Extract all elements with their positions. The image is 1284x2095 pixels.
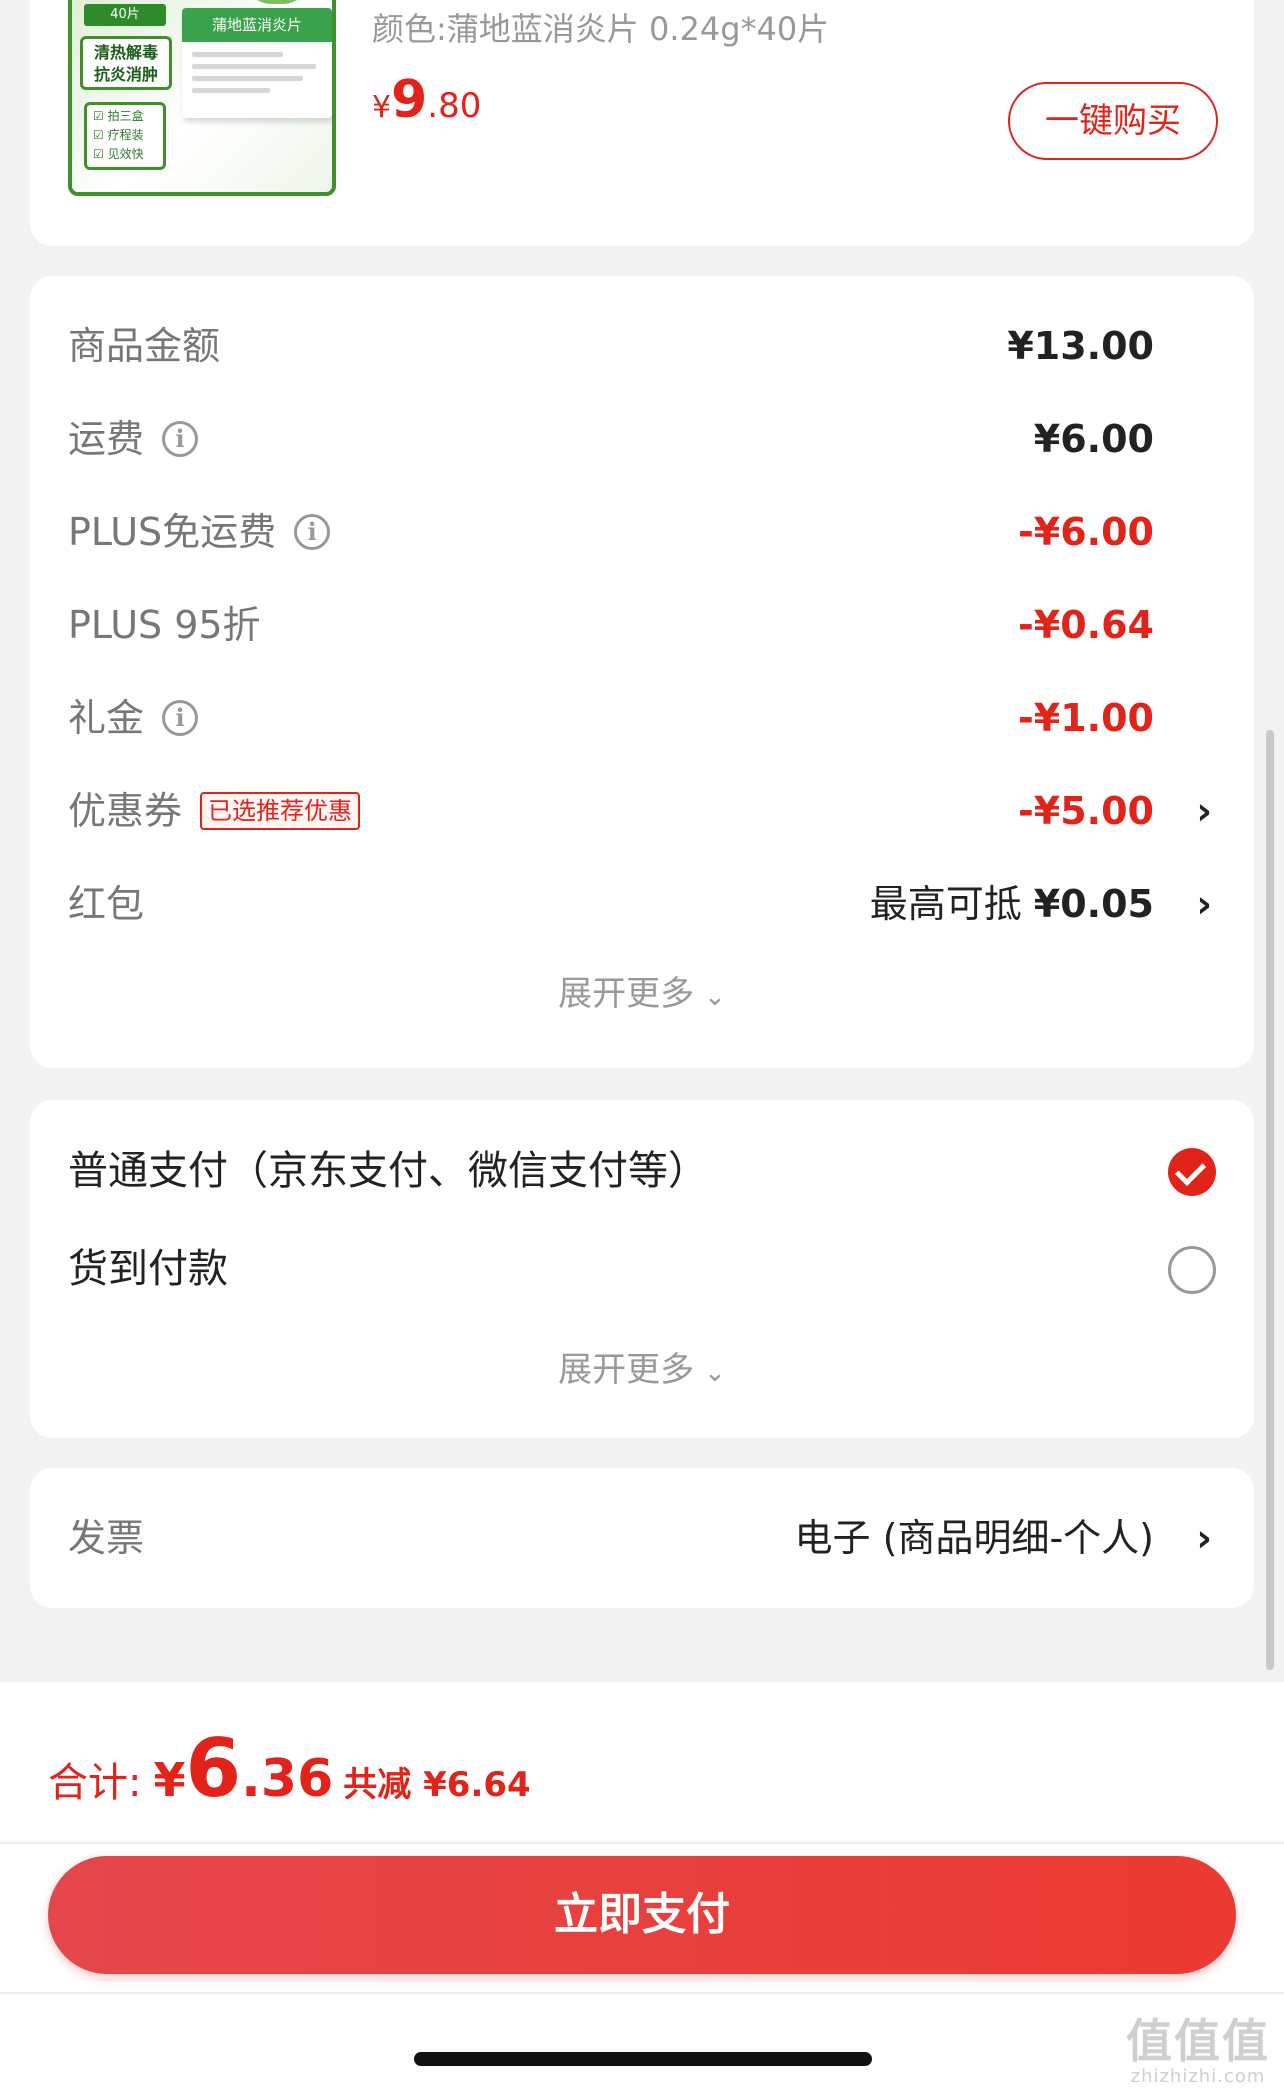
checkout-bar: 合计: ¥6.36 共减 ¥6.64 立即支付 值值值 zhizhizhi.com <box>0 1682 1284 2095</box>
pay-now-button[interactable]: 立即支付 <box>48 1856 1236 1974</box>
home-indicator[interactable] <box>414 2052 872 2066</box>
medicine-box: 蒲地蓝消炎片 <box>182 8 332 118</box>
total-price: 合计: ¥6.36 共减 ¥6.64 <box>48 1722 531 1815</box>
payment-option-online[interactable]: 普通支付（京东支付、微信支付等） <box>68 1136 1216 1206</box>
medicine-box-title: 蒲地蓝消炎片 <box>182 8 332 42</box>
divider <box>0 1842 1284 1844</box>
thumb-feature: ☑ 疗程装 <box>93 128 144 142</box>
summary-label: 运费 <box>68 417 145 461</box>
summary-row-shipping: 运费 i ¥6.00 <box>68 409 1216 469</box>
payment-option-label: 普通支付（京东支付、微信支付等） <box>68 1148 708 1194</box>
scrollbar[interactable] <box>1266 730 1274 1670</box>
summary-value: 最高可抵 ¥0.05 <box>869 882 1154 926</box>
summary-label: 礼金 <box>68 696 145 740</box>
invoice-value: 电子 (商品明细-个人) <box>794 1516 1154 1560</box>
summary-value: ¥13.00 <box>1007 324 1154 368</box>
product-card: 40片 清热解毒 抗炎消肿 ☑ 拍三盒 ☑ 疗程装 ☑ 见效快 蒲地蓝消炎片 颜… <box>30 0 1254 246</box>
chevron-down-icon: ⌄ <box>704 982 726 1012</box>
summary-label: PLUS 95折 <box>68 603 261 647</box>
product-price: ¥9.80 <box>372 70 482 130</box>
radio-unchecked-icon[interactable] <box>1168 1246 1216 1294</box>
total-label: 合计: <box>48 1760 142 1806</box>
summary-value: -¥0.64 <box>1018 603 1154 647</box>
payment-method-card: 普通支付（京东支付、微信支付等） 货到付款 展开更多 ⌄ <box>30 1100 1254 1438</box>
summary-row-plus-free-shipping: PLUS免运费 i -¥6.00 <box>68 502 1216 562</box>
thumb-feature-list: ☑ 拍三盒 ☑ 疗程装 ☑ 见效快 <box>84 102 166 170</box>
summary-row-gift-money: 礼金 i -¥1.00 <box>68 688 1216 748</box>
summary-label: 商品金额 <box>68 324 221 368</box>
info-icon[interactable]: i <box>162 420 199 457</box>
payment-option-cod[interactable]: 货到付款 <box>68 1234 1216 1304</box>
summary-label: 优惠券 <box>68 789 183 833</box>
thumb-top-tag: 40片 <box>84 4 166 26</box>
thumb-slogan-line1: 清热解毒 <box>93 43 158 62</box>
summary-row-coupon[interactable]: 优惠券 已选推荐优惠 -¥5.00 › <box>68 781 1216 841</box>
invoice-row[interactable]: 发票 电子 (商品明细-个人) › <box>68 1508 1216 1568</box>
one-click-buy-button[interactable]: 一键购买 <box>1008 82 1218 160</box>
medicine-box-lines <box>192 52 322 100</box>
invoice-label: 发票 <box>68 1516 145 1560</box>
thumb-feature: ☑ 见效快 <box>93 147 144 161</box>
info-icon[interactable]: i <box>294 513 331 550</box>
divider <box>0 1992 1284 1994</box>
product-spec: 颜色:蒲地蓝消炎片 0.24g*40片 <box>372 10 830 48</box>
total-savings: 共减 ¥6.64 <box>343 1765 531 1805</box>
summary-row-plus-discount: PLUS 95折 -¥0.64 <box>68 595 1216 655</box>
chevron-down-icon: ⌄ <box>704 1358 726 1388</box>
recommended-coupon-badge: 已选推荐优惠 <box>200 791 361 830</box>
payment-option-label: 货到付款 <box>68 1246 228 1292</box>
thumb-slogan-line2: 抗炎消肿 <box>93 65 158 84</box>
summary-label: PLUS免运费 <box>68 510 277 554</box>
chevron-right-icon[interactable]: › <box>1196 781 1212 841</box>
payment-expand-more[interactable]: 展开更多 ⌄ <box>30 1342 1254 1391</box>
summary-value: -¥6.00 <box>1018 510 1154 554</box>
summary-row-goods-amount: 商品金额 ¥13.00 <box>68 316 1216 376</box>
watermark-logo: 值值值 zhizhizhi.com <box>1126 2014 1270 2087</box>
summary-value: -¥5.00 <box>1018 789 1154 833</box>
summary-value: ¥6.00 <box>1033 417 1154 461</box>
chevron-right-icon[interactable]: › <box>1196 874 1212 934</box>
thumb-slogan: 清热解毒 抗炎消肿 <box>80 36 172 90</box>
order-summary-card: 商品金额 ¥13.00 运费 i ¥6.00 PLUS免运费 i -¥6.00 PL… <box>30 276 1254 1068</box>
radio-checked-icon[interactable] <box>1168 1148 1216 1196</box>
leaf-decoration <box>242 0 312 4</box>
info-icon[interactable]: i <box>162 699 199 736</box>
summary-value: -¥1.00 <box>1018 696 1154 740</box>
chevron-right-icon[interactable]: › <box>1196 1508 1212 1568</box>
summary-label: 红包 <box>68 882 145 926</box>
summary-expand-more[interactable]: 展开更多 ⌄ <box>30 966 1254 1015</box>
product-thumbnail[interactable]: 40片 清热解毒 抗炎消肿 ☑ 拍三盒 ☑ 疗程装 ☑ 见效快 蒲地蓝消炎片 <box>68 0 336 196</box>
thumb-feature: ☑ 拍三盒 <box>93 109 144 123</box>
invoice-card[interactable]: 发票 电子 (商品明细-个人) › <box>30 1468 1254 1608</box>
summary-row-red-packet[interactable]: 红包 最高可抵 ¥0.05 › <box>68 874 1216 934</box>
